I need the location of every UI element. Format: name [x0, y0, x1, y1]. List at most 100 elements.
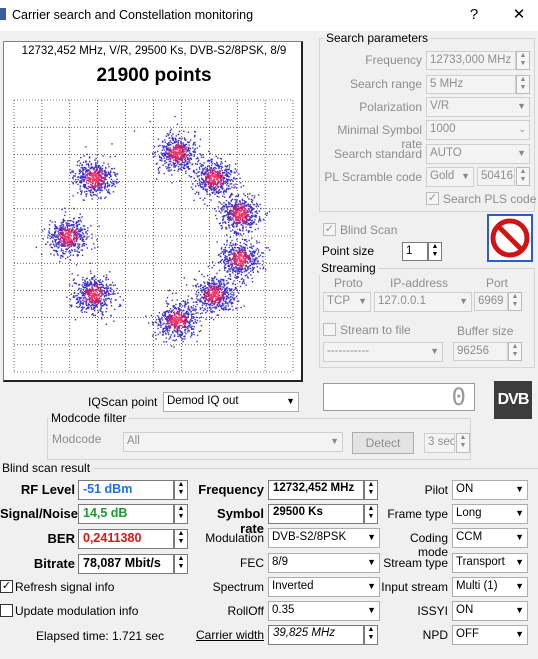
proto-label: Proto — [334, 276, 363, 290]
pl-scramble-label: PL Scramble code — [324, 170, 422, 184]
chevron-down-icon: ▼ — [430, 346, 439, 356]
ber-label: BER — [47, 531, 75, 546]
counter-display: 0 — [323, 383, 475, 411]
pl-scramble-spinner[interactable]: ▲ ▼ — [516, 167, 530, 186]
fec-value: 8/9 — [272, 556, 288, 568]
pl-scramble-input[interactable]: 50416 — [477, 167, 515, 186]
iqscan-point-label: IQScan point — [88, 395, 158, 409]
stream-to-file-label: Stream to file — [340, 323, 411, 337]
coding-mode-value: CCM — [456, 531, 483, 543]
refresh-signal-checkbox[interactable]: ✓ — [0, 580, 13, 593]
chevron-down-icon: ▼ — [358, 296, 367, 306]
stop-button[interactable] — [487, 214, 533, 262]
search-pls-checkbox[interactable]: ✓ — [426, 192, 439, 205]
rf-level-spinner[interactable]: ▲ ▼ — [174, 480, 188, 500]
detect-button[interactable]: Detect — [352, 432, 414, 454]
spectrum-select[interactable]: Inverted ▼ — [268, 577, 380, 597]
chevron-down-icon: ▼ — [459, 296, 468, 306]
chevron-down-icon: ▼ — [367, 532, 376, 542]
modcode-filter-label: Modcode filter — [49, 411, 129, 425]
point-size-input[interactable]: 1 — [402, 242, 428, 261]
pilot-select[interactable]: ON ▼ — [452, 480, 528, 500]
port-input[interactable]: 6969 — [474, 292, 508, 311]
search-standard-value: AUTO — [430, 147, 462, 159]
chevron-down-icon: ▼ — [515, 605, 524, 615]
chevron-down-icon: ▼ — [517, 101, 526, 111]
chevron-down-icon: ▼ — [330, 436, 339, 446]
input-stream-select[interactable]: Multi (1) ▼ — [452, 577, 528, 597]
buffer-size-spinner[interactable]: ▲ ▼ — [508, 342, 522, 361]
frame-type-label: Frame type — [387, 507, 448, 521]
stream-to-file-checkbox[interactable] — [323, 323, 336, 336]
fec-select[interactable]: 8/9 ▼ — [268, 553, 380, 573]
signal-noise-spinner[interactable]: ▲ ▼ — [174, 504, 188, 524]
port-label: Port — [486, 276, 509, 290]
npd-label: NPD — [422, 628, 448, 642]
modulation-select[interactable]: DVB-S2/8PSK ▼ — [268, 528, 380, 548]
bitrate-spinner[interactable]: ▲ ▼ — [174, 554, 188, 574]
min-symbol-rate-select[interactable]: 1000 ⌄ — [426, 120, 530, 140]
proto-value: TCP — [327, 295, 350, 307]
close-button[interactable]: ✕ — [507, 4, 531, 26]
constellation-cluster — [184, 152, 242, 207]
result-frequency-spinner[interactable]: ▲ ▼ — [364, 480, 378, 500]
modulation-label: Modulation — [205, 531, 264, 545]
search-pls-label: Search PLS code — [443, 192, 537, 206]
blind-scan-checkbox[interactable]: ✓ — [323, 223, 336, 236]
detect-seconds-spinner[interactable]: ▲ ▼ — [456, 433, 470, 453]
coding-mode-select[interactable]: CCM ▼ — [452, 528, 528, 548]
update-modulation-checkbox[interactable] — [0, 604, 13, 617]
chevron-down-icon: ▼ — [515, 557, 524, 567]
modcode-value: All — [127, 435, 140, 447]
point-size-label: Point size — [322, 244, 375, 258]
constellation-cluster — [69, 143, 120, 201]
issyi-select[interactable]: ON ▼ — [452, 601, 528, 621]
iqscan-point-select[interactable]: Demod IQ out ▼ — [163, 392, 299, 412]
npd-select[interactable]: OFF ▼ — [452, 625, 528, 645]
detect-seconds-input[interactable]: 3 sec — [424, 433, 455, 453]
ip-address-label: IP-address — [390, 276, 449, 290]
pl-scramble-mode-select[interactable]: Gold ▼ — [426, 167, 474, 187]
iqscan-point-value: Demod IQ out — [167, 395, 239, 407]
min-symbol-rate-value: 1000 — [430, 123, 456, 135]
stream-file-select[interactable]: ----------- ▼ — [323, 342, 443, 362]
rolloff-label: RollOff — [227, 604, 264, 618]
frequency-input[interactable]: 12733,000 MHz — [426, 51, 516, 70]
chevron-down-icon: ▼ — [515, 484, 524, 494]
ber-spinner[interactable]: ▲ ▼ — [174, 529, 188, 549]
port-spinner[interactable]: ▲ ▼ — [508, 292, 522, 311]
carrier-width-spinner[interactable]: ▲ ▼ — [364, 625, 378, 645]
title-bar: Carrier search and Constellation monitor… — [0, 0, 538, 31]
elapsed-time: Elapsed time: 1.721 sec — [36, 629, 165, 643]
modcode-select[interactable]: All ▼ — [123, 432, 343, 452]
point-size-spinner[interactable]: ▲ ▼ — [428, 242, 442, 261]
app-icon — [0, 8, 6, 20]
spectrum-value: Inverted — [272, 580, 314, 592]
ip-address-select[interactable]: 127.0.0.1 ▼ — [374, 292, 472, 312]
proto-select[interactable]: TCP ▼ — [323, 292, 371, 312]
chevron-down-icon: ▼ — [367, 605, 376, 615]
frame-type-select[interactable]: Long ▼ — [452, 504, 528, 524]
chevron-down-icon: ▼ — [367, 557, 376, 567]
search-standard-label: Search standard — [333, 147, 422, 161]
symbol-rate-spinner[interactable]: ▲ ▼ — [364, 504, 378, 524]
stream-type-select[interactable]: Transport ▼ — [452, 553, 528, 573]
signal-noise-value: 14,5 dB — [78, 504, 174, 524]
frequency-spinner[interactable]: ▲ ▼ — [516, 51, 530, 70]
buffer-size-input[interactable]: 96256 — [453, 342, 508, 361]
help-button[interactable]: ? — [462, 4, 486, 26]
pilot-label: Pilot — [424, 483, 448, 497]
search-standard-select[interactable]: AUTO ▼ — [426, 144, 530, 164]
rolloff-select[interactable]: 0.35 ▼ — [268, 601, 380, 621]
chevron-down-icon: ▼ — [367, 581, 376, 591]
carrier-width-label[interactable]: Carrier width — [190, 628, 264, 642]
dvb-logo: DVB — [494, 381, 532, 419]
result-frequency-label: Frequency — [198, 482, 264, 497]
polarization-select[interactable]: V/R ▼ — [426, 97, 530, 117]
search-range-spinner[interactable]: ▲ ▼ — [516, 75, 530, 94]
search-range-label: Search range — [349, 77, 422, 91]
window-title: Carrier search and Constellation monitor… — [12, 8, 254, 22]
constellation-cluster — [35, 207, 100, 266]
search-range-input[interactable]: 5 MHz — [426, 75, 516, 94]
stream-file-value: ----------- — [327, 345, 370, 357]
